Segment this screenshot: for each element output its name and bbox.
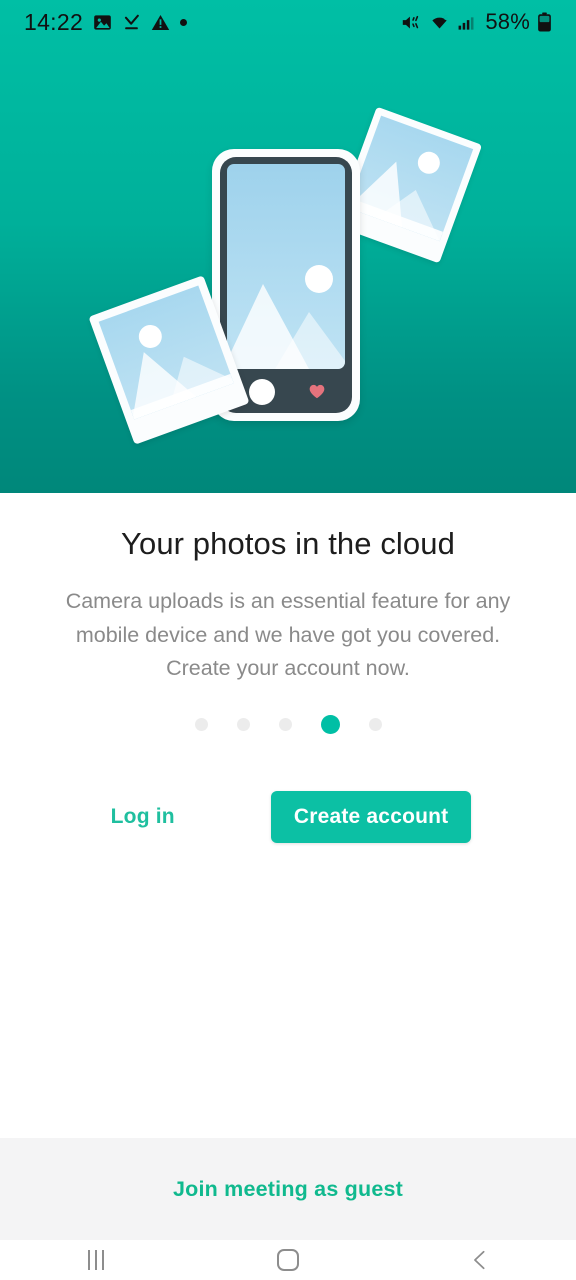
back-chevron-icon xyxy=(474,1250,485,1270)
system-navigation-bar xyxy=(0,1240,576,1280)
status-bar-clock: 14:22 xyxy=(24,8,84,35)
action-row: Log in Create account xyxy=(0,790,576,843)
page-indicator[interactable] xyxy=(0,714,576,734)
nav-back-button[interactable] xyxy=(384,1240,576,1280)
page-title: Your photos in the cloud xyxy=(121,526,455,561)
recents-icon xyxy=(88,1250,104,1270)
guest-bar[interactable]: Join meeting as guest xyxy=(0,1138,576,1240)
download-complete-icon xyxy=(124,14,139,29)
home-icon xyxy=(277,1249,299,1271)
photo-card-image xyxy=(98,285,234,420)
page-description: Camera uploads is an essential feature f… xyxy=(65,589,511,680)
page-dot-1[interactable] xyxy=(194,717,208,731)
mountain-shape xyxy=(347,161,444,242)
join-meeting-as-guest-button[interactable]: Join meeting as guest xyxy=(173,1177,403,1202)
wifi-6-icon: 6 xyxy=(432,13,449,28)
cellular-signal-icon xyxy=(458,16,474,30)
photo-card-image xyxy=(347,115,474,242)
create-account-button[interactable]: Create account xyxy=(270,790,472,843)
dot-indicator-icon xyxy=(180,18,188,26)
shutter-circle-icon xyxy=(249,379,275,405)
heart-icon xyxy=(309,384,325,399)
onboarding-content: Your photos in the cloud Camera uploads … xyxy=(0,493,576,843)
page-dot-4-active[interactable] xyxy=(320,714,340,734)
warning-triangle-icon xyxy=(151,14,170,30)
mute-icon xyxy=(403,15,419,28)
image-icon xyxy=(94,14,111,30)
battery-icon xyxy=(538,12,551,32)
nav-recents-button[interactable] xyxy=(0,1240,192,1280)
log-in-button[interactable]: Log in xyxy=(105,797,181,837)
app-screen: 14:22 6 58% Your photos in the cloud Cam… xyxy=(0,0,576,1280)
battery-percent-label: 58% xyxy=(485,9,530,34)
svg-text:6: 6 xyxy=(444,13,449,22)
mountain-shape xyxy=(227,284,345,369)
page-dot-2[interactable] xyxy=(236,717,250,731)
page-dot-5[interactable] xyxy=(368,717,382,731)
mountain-shape xyxy=(130,352,234,420)
hero-banner: 14:22 6 58% xyxy=(0,0,576,493)
nav-home-button[interactable] xyxy=(192,1240,384,1280)
status-bar-right: 6 58% xyxy=(401,9,552,35)
phone-frame xyxy=(220,157,352,413)
photos-in-the-cloud-illustration xyxy=(0,44,576,493)
status-bar-left: 14:22 xyxy=(24,8,188,36)
status-bar: 14:22 6 58% xyxy=(0,0,576,44)
page-dot-3[interactable] xyxy=(278,717,292,731)
phone-screen xyxy=(227,164,345,369)
